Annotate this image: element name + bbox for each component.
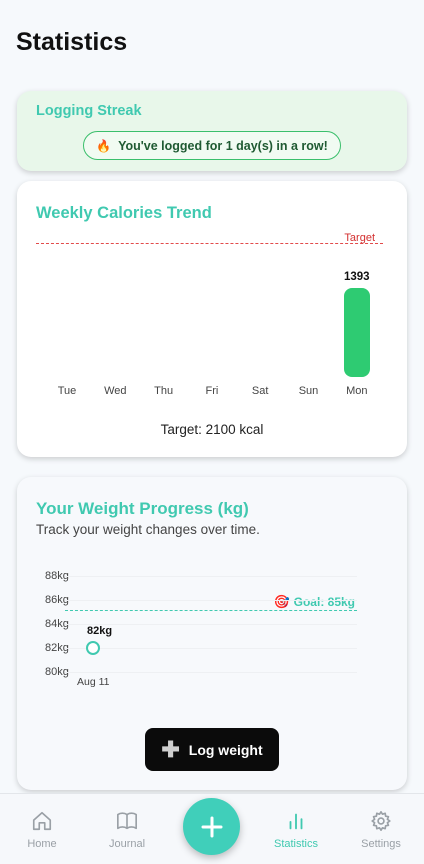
weight-gridline [65, 600, 357, 601]
weight-gridline [65, 576, 357, 577]
fire-icon: 🔥 [96, 138, 112, 153]
calories-day-label: Wed [104, 385, 127, 397]
calories-chart-card: Weekly Calories Trend Target Tue Wed Thu Fr… [17, 181, 407, 457]
plus-icon [201, 816, 222, 837]
nav-item-home[interactable]: Home [12, 810, 72, 850]
nav-item-statistics[interactable]: Statistics [266, 810, 326, 850]
calories-chart: Tue Wed Thu Fri Sat Sun Mon 1393 [17, 181, 407, 457]
streak-title: Logging Streak [36, 103, 142, 119]
plus-icon: ✚ [161, 736, 180, 762]
weight-point[interactable] [86, 641, 100, 655]
weight-goal-label: 🎯 Goal: 85kg [273, 594, 355, 610]
calories-bar [343, 288, 370, 377]
weight-x-label: Aug 11 [77, 676, 110, 688]
gear-icon [371, 811, 391, 831]
weight-progress-subtitle: Track your weight changes over time. [36, 522, 260, 537]
calories-day-label: Fri [205, 385, 219, 397]
calories-day-label: Sat [251, 385, 269, 397]
streak-card: Logging Streak 🔥 You've logged for 1 day… [17, 91, 407, 171]
home-icon [32, 811, 52, 831]
weight-point-label: 82kg [87, 625, 113, 637]
nav-item-journal[interactable]: Journal [97, 810, 157, 850]
weight-goal-line [65, 610, 357, 611]
calories-day-label: Tue [57, 385, 77, 397]
calories-day-label: Sun [298, 385, 319, 397]
target-icon: 🎯 [273, 594, 290, 609]
weight-gridline [65, 648, 357, 649]
weight-progress-card: Your Weight Progress (kg) Track your wei… [17, 477, 407, 790]
calories-target-text: Target: 2100 kcal [160, 422, 264, 437]
nav-label-settings: Settings [361, 838, 401, 850]
streak-badge: 🔥 You've logged for 1 day(s) in a row! [83, 131, 341, 160]
log-weight-button[interactable]: ✚ Log weight [145, 728, 279, 771]
page-title: Statistics [16, 28, 128, 56]
weight-gridline [65, 672, 357, 673]
book-icon [117, 812, 137, 830]
nav-label-home: Home [27, 838, 57, 850]
calories-bar-value: 1393 [344, 271, 370, 284]
nav-item-settings[interactable]: Settings [351, 810, 411, 850]
bar-chart-icon [289, 813, 303, 830]
nav-label-journal: Journal [108, 838, 146, 850]
calories-day-label: Mon [346, 385, 368, 397]
nav-label-statistics: Statistics [273, 838, 318, 850]
weight-goal-text: Goal: 85kg [293, 595, 355, 609]
add-entry-button[interactable] [183, 798, 240, 855]
calories-day-label: Thu [154, 385, 174, 397]
weight-progress-title: Your Weight Progress (kg) [36, 499, 249, 518]
streak-message: You've logged for 1 day(s) in a row! [118, 138, 328, 153]
log-weight-label: Log weight [188, 741, 263, 758]
